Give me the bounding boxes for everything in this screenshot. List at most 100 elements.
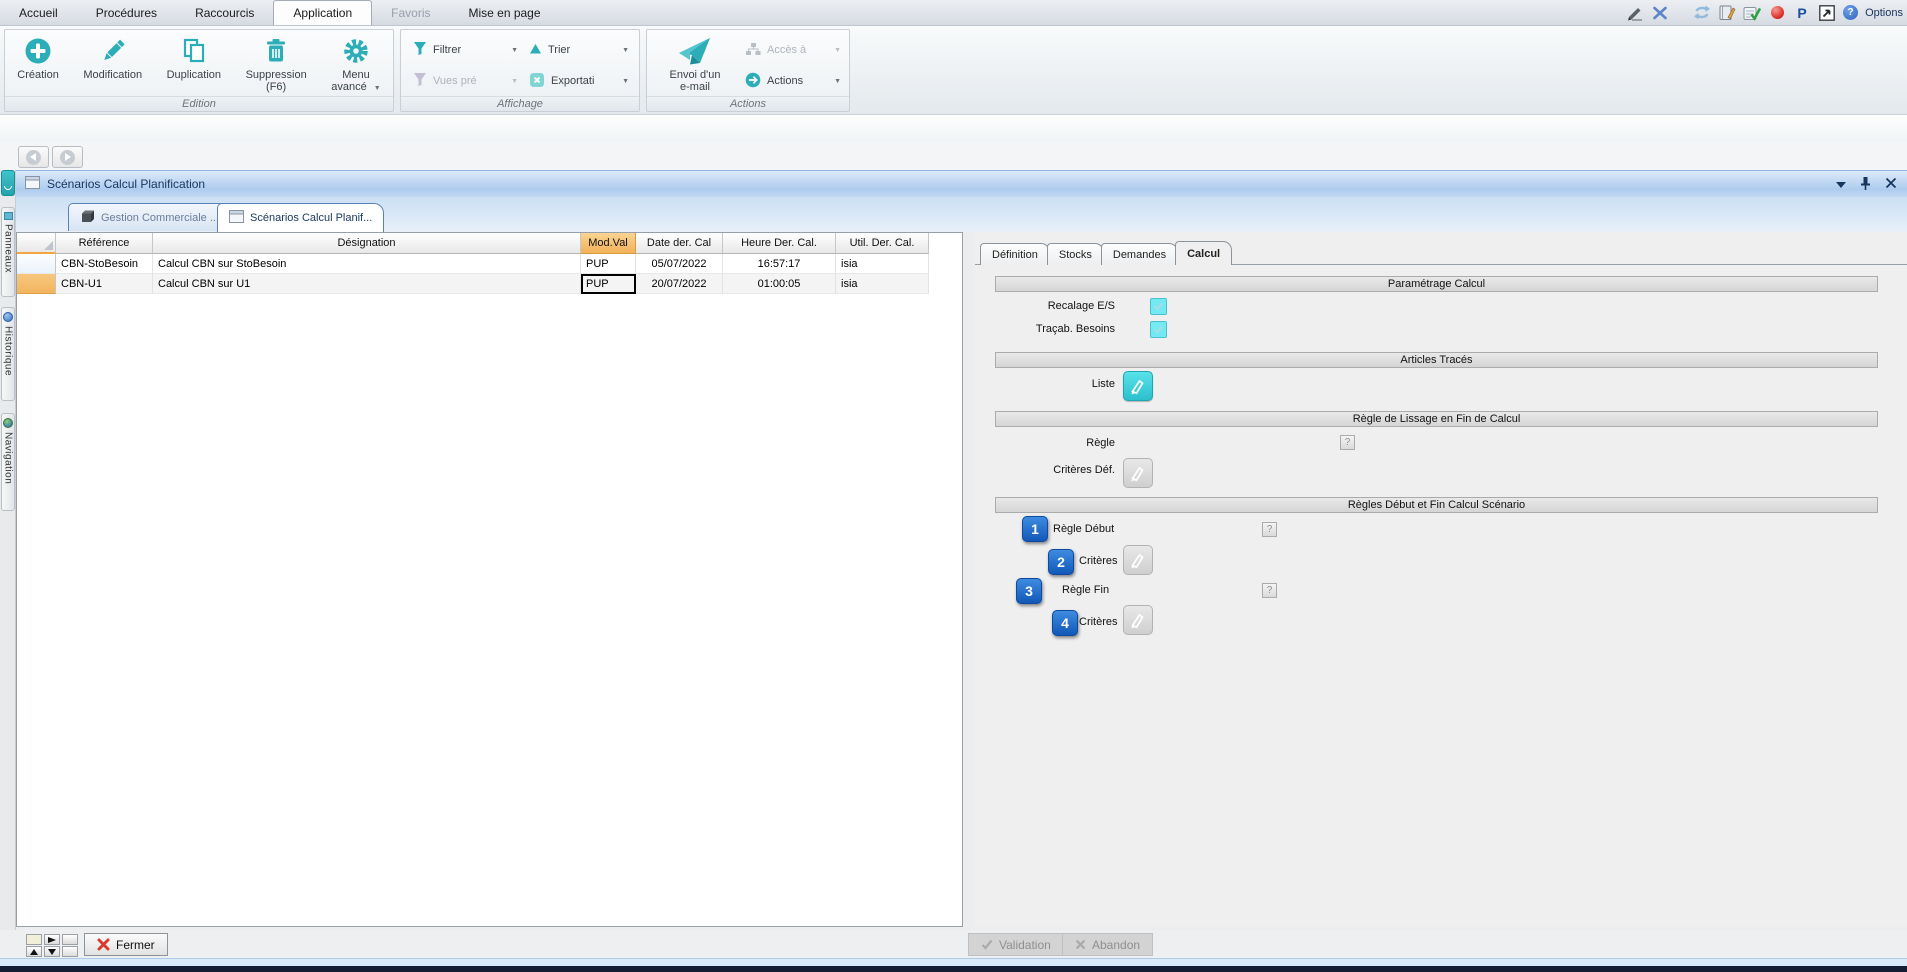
cancel-x-icon[interactable] [1651, 4, 1669, 22]
record-blank-button-1[interactable] [62, 934, 78, 945]
liste-open-button[interactable] [1123, 371, 1153, 401]
detail-panel: Définition Stocks Demandes Calcul Paramé… [975, 232, 1907, 927]
column-header-util[interactable]: Util. Der. Cal. [836, 233, 929, 254]
down-triangle-icon [48, 949, 56, 955]
external-window-icon[interactable] [1818, 4, 1836, 22]
cell-util[interactable]: isia [836, 254, 929, 274]
menu-avance-button[interactable]: Menu avancé ▼ [328, 34, 383, 97]
forward-button[interactable] [52, 146, 83, 168]
record-blank-button-2[interactable] [62, 946, 78, 957]
step-badge-2: 2 [1048, 549, 1074, 575]
close-icon[interactable] [1885, 177, 1897, 192]
suppression-label: Suppression [246, 69, 307, 81]
cell-date[interactable]: 20/07/2022 [636, 274, 723, 294]
actions-button[interactable]: Actions ▼ [745, 72, 841, 90]
creation-button[interactable]: Création [14, 34, 62, 83]
tab-gestion-commerciale[interactable]: Gestion Commerciale ... [68, 203, 231, 231]
tab-stocks[interactable]: Stocks [1047, 243, 1104, 265]
dropdown-caret-icon[interactable]: ▼ [622, 78, 629, 85]
sidebar-tab-panneaux[interactable]: Panneaux [1, 207, 15, 297]
table-row[interactable]: CBN-StoBesoin Calcul CBN sur StoBesoin P… [17, 254, 962, 274]
vues-predefinies-button: Vues pré ▼ [413, 72, 518, 90]
record-flag-button[interactable] [44, 934, 60, 945]
regle-label: Règle [975, 437, 1115, 449]
column-header-designation[interactable]: Désignation [153, 233, 581, 254]
menu-accueil[interactable]: Accueil [0, 0, 77, 25]
help-icon[interactable]: ? [1843, 5, 1858, 20]
checklist-validate-icon[interactable] [1743, 4, 1761, 22]
tab-calcul[interactable]: Calcul [1175, 241, 1232, 265]
suppression-button[interactable]: Suppression (F6) [243, 34, 310, 95]
filtrer-button[interactable]: Filtrer ▼ [413, 41, 518, 59]
back-button[interactable] [18, 146, 49, 168]
dropdown-caret-icon[interactable]: ▼ [834, 78, 841, 85]
cell-modval-focused[interactable]: PUP [581, 274, 636, 294]
gray-check-icon [981, 939, 993, 950]
criteres-debut-button [1123, 545, 1153, 575]
titlebar-menu-caret-icon[interactable] [1836, 182, 1846, 188]
dropdown-caret-icon[interactable]: ▼ [511, 47, 518, 54]
column-header-modval[interactable]: Mod.Val [581, 233, 636, 254]
navigation-label: Navigation [3, 432, 14, 484]
hand-pen-icon [1129, 611, 1147, 629]
modification-button[interactable]: Modification [80, 34, 145, 83]
cell-heure[interactable]: 01:00:05 [723, 274, 836, 294]
corner-triangle-icon [44, 241, 53, 250]
gray-x-icon [1075, 939, 1086, 950]
record-first-button[interactable] [26, 934, 42, 945]
validation-label: Validation [999, 938, 1051, 952]
signature-edit-icon[interactable] [1626, 4, 1644, 22]
notebook-pen-icon[interactable] [1718, 4, 1736, 22]
cell-heure[interactable]: 16:57:17 [723, 254, 836, 274]
collapse-panel-button[interactable] [1, 170, 15, 196]
cell-designation[interactable]: Calcul CBN sur U1 [153, 274, 581, 294]
cell-modval[interactable]: PUP [581, 254, 636, 274]
pin-icon[interactable] [1860, 176, 1871, 194]
cell-date[interactable]: 05/07/2022 [636, 254, 723, 274]
menu-raccourcis[interactable]: Raccourcis [176, 0, 273, 25]
tab-scenarios-calcul[interactable]: Scénarios Calcul Planif... [217, 203, 384, 232]
column-header-date[interactable]: Date der. Cal [636, 233, 723, 254]
sidebar-tab-historique[interactable]: Historique [1, 307, 15, 401]
fermer-label: Fermer [116, 938, 155, 952]
options-label[interactable]: Options [1865, 7, 1905, 19]
column-header-heure[interactable]: Heure Der. Cal. [723, 233, 836, 254]
regle-help-button[interactable]: ? [1340, 435, 1355, 450]
record-up-button[interactable] [26, 946, 42, 957]
sidebar-tab-navigation[interactable]: Navigation [1, 413, 15, 511]
grid-select-all-header[interactable] [17, 233, 56, 254]
cell-reference[interactable]: CBN-U1 [56, 274, 153, 294]
row-selector[interactable] [17, 254, 56, 274]
cell-util[interactable]: isia [836, 274, 929, 294]
trier-button[interactable]: Trier ▼ [529, 41, 629, 59]
record-down-button[interactable] [44, 946, 60, 957]
menu-mise-en-page[interactable]: Mise en page [449, 0, 559, 25]
tracabilite-checkbox[interactable] [1150, 321, 1167, 338]
gear-icon [342, 36, 370, 66]
step-badge-4: 4 [1052, 610, 1078, 636]
menu-procedures[interactable]: Procédures [77, 0, 176, 25]
row-selector[interactable] [17, 274, 56, 294]
trash-icon [262, 36, 290, 66]
exportation-button[interactable]: Exportati ▼ [529, 72, 629, 90]
tab-demandes[interactable]: Demandes [1101, 243, 1178, 265]
tab-definition[interactable]: Définition [980, 243, 1050, 265]
titlebar-controls [1836, 171, 1897, 198]
envoi-email-button[interactable]: Envoi d'un e-mail [655, 34, 735, 95]
cell-reference[interactable]: CBN-StoBesoin [56, 254, 153, 274]
recalage-label: Recalage E/S [975, 300, 1115, 312]
regle-debut-help-button[interactable]: ? [1262, 522, 1277, 537]
column-header-reference[interactable]: Référence [56, 233, 153, 254]
recalage-checkbox[interactable] [1150, 298, 1167, 315]
fermer-button[interactable]: Fermer [84, 933, 168, 956]
dropdown-caret-icon: ▼ [374, 85, 381, 92]
tab-scenarios-label: Scénarios Calcul Planif... [250, 212, 372, 224]
regle-fin-help-button[interactable]: ? [1262, 583, 1277, 598]
dropdown-caret-icon[interactable]: ▼ [622, 47, 629, 54]
menu-application[interactable]: Application [273, 0, 372, 25]
duplication-button[interactable]: Duplication [164, 34, 224, 83]
p-indicator-icon: P [1793, 4, 1811, 22]
table-row[interactable]: CBN-U1 Calcul CBN sur U1 PUP 20/07/2022 … [17, 274, 962, 294]
cell-designation[interactable]: Calcul CBN sur StoBesoin [153, 254, 581, 274]
refresh-icon[interactable] [1693, 4, 1711, 22]
